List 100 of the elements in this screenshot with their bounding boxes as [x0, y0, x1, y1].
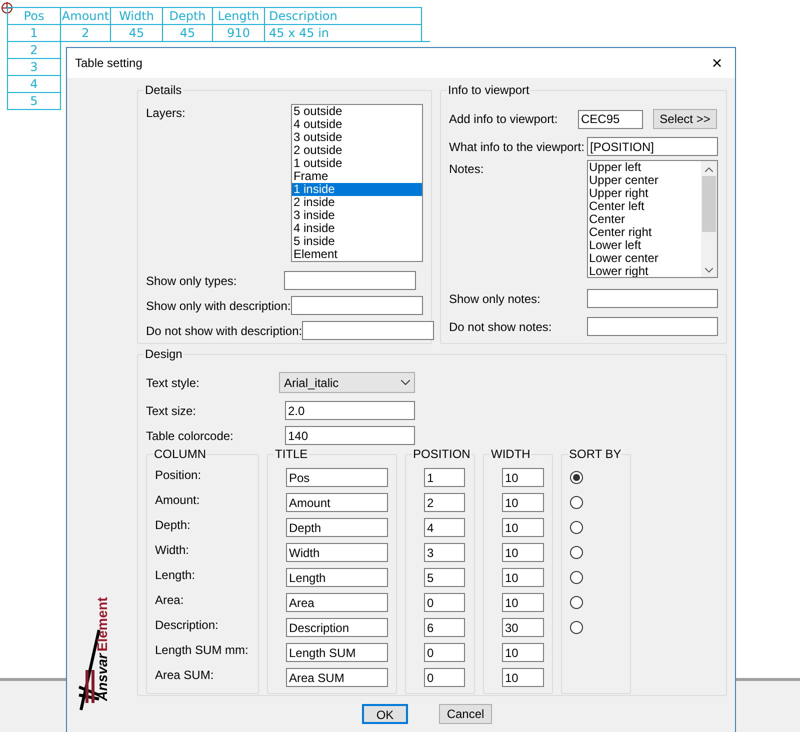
- list-item[interactable]: 4 outside: [292, 118, 422, 131]
- chevron-down-icon: [401, 380, 410, 385]
- input-field[interactable]: 3: [424, 543, 465, 562]
- radio-button[interactable]: [570, 596, 583, 609]
- input-field[interactable]: 2.0: [285, 401, 415, 420]
- field-label: Table colorcode:: [146, 428, 234, 444]
- radio-button[interactable]: [570, 471, 583, 484]
- list-item[interactable]: Lower left: [588, 239, 701, 252]
- input-field[interactable]: [290, 296, 423, 315]
- group-label: Info to viewport: [447, 83, 530, 97]
- list-item[interactable]: Upper center: [588, 174, 701, 187]
- field-label: Add info to viewport:: [449, 111, 559, 128]
- list-item[interactable]: Center: [588, 213, 701, 226]
- table-cell: 4: [7, 75, 61, 93]
- list-item[interactable]: 1 inside: [292, 183, 422, 196]
- input-field[interactable]: 10: [502, 493, 544, 512]
- radio-button[interactable]: [570, 496, 583, 509]
- input-field[interactable]: 10: [502, 568, 544, 587]
- dialog-button[interactable]: OK: [362, 704, 408, 724]
- input-field[interactable]: [587, 289, 718, 308]
- input-field[interactable]: 10: [502, 468, 544, 487]
- input-field[interactable]: 10: [502, 543, 544, 562]
- input-field[interactable]: Pos: [286, 468, 388, 487]
- radio-button[interactable]: [570, 546, 583, 559]
- field-label: Text size:: [146, 402, 198, 420]
- list-item[interactable]: 2 outside: [292, 144, 422, 157]
- input-field[interactable]: [587, 317, 718, 336]
- list-item[interactable]: Element: [292, 248, 422, 261]
- dialog-button[interactable]: Cancel: [439, 704, 492, 724]
- scrollbar[interactable]: [701, 161, 717, 277]
- input-field[interactable]: Description: [286, 618, 388, 637]
- field-label: Position:: [155, 466, 202, 484]
- input-field[interactable]: 10: [502, 518, 544, 537]
- scroll-down-icon[interactable]: [705, 268, 713, 273]
- input-field[interactable]: Area: [286, 593, 388, 612]
- input-field[interactable]: Area SUM: [286, 668, 388, 687]
- input-field[interactable]: 6: [424, 618, 465, 637]
- scroll-up-icon[interactable]: [705, 167, 713, 172]
- table-header: Pos: [7, 7, 61, 25]
- input-field[interactable]: 0: [424, 593, 465, 612]
- text-style-dropdown[interactable]: Arial_italic: [279, 372, 415, 393]
- field-label: Length:: [155, 566, 196, 584]
- scroll-thumb[interactable]: [702, 176, 716, 232]
- radio-button[interactable]: [570, 521, 583, 534]
- list-item[interactable]: 2 inside: [292, 196, 422, 209]
- field-label: Do not show notes:: [449, 318, 553, 336]
- input-field[interactable]: 1: [424, 468, 465, 487]
- list-item[interactable]: 4 inside: [292, 222, 422, 235]
- input-field[interactable]: 0: [424, 643, 465, 662]
- input-field[interactable]: Depth: [286, 518, 388, 537]
- select-button[interactable]: Select >>: [653, 109, 717, 129]
- table-cell: 2: [7, 41, 61, 59]
- table-cell: 5: [7, 92, 61, 110]
- input-field[interactable]: CEC95: [578, 110, 643, 128]
- list-item[interactable]: Upper left: [588, 161, 701, 174]
- group-label: WIDTH: [490, 447, 532, 461]
- table-header: Length: [212, 7, 265, 25]
- group-label: Design: [144, 347, 184, 361]
- field-label: Notes:: [449, 161, 485, 178]
- input-field[interactable]: 10: [502, 593, 544, 612]
- list-item[interactable]: 3 outside: [292, 131, 422, 144]
- list-item[interactable]: Frame: [292, 170, 422, 183]
- input-field[interactable]: Length: [286, 568, 388, 587]
- input-field[interactable]: 4: [424, 518, 465, 537]
- input-field[interactable]: Width: [286, 543, 388, 562]
- field-label: Depth:: [155, 516, 190, 534]
- list-item[interactable]: 3 inside: [292, 209, 422, 222]
- input-field[interactable]: Length SUM: [286, 643, 388, 662]
- list-item[interactable]: Center left: [588, 200, 701, 213]
- field-label: Text style:: [146, 374, 200, 392]
- input-field[interactable]: Amount: [286, 493, 388, 512]
- list-item[interactable]: 1 outside: [292, 157, 422, 170]
- list-item[interactable]: Lower center: [588, 252, 701, 265]
- field-label: Area:: [155, 592, 184, 608]
- input-field[interactable]: 2: [424, 493, 465, 512]
- field-label: Show only notes:: [449, 290, 542, 308]
- input-field[interactable]: 10: [502, 643, 544, 662]
- field-label: Length SUM mm:: [155, 642, 248, 658]
- input-field[interactable]: 5: [424, 568, 465, 587]
- list-item[interactable]: 5 inside: [292, 235, 422, 248]
- input-field[interactable]: 30: [502, 618, 544, 637]
- radio-button[interactable]: [570, 621, 583, 634]
- table-header: Depth: [162, 7, 213, 25]
- input-field[interactable]: [POSITION]: [587, 137, 718, 156]
- input-field[interactable]: [302, 321, 434, 340]
- close-button[interactable]: ×: [707, 54, 727, 72]
- input-field[interactable]: 140: [285, 426, 415, 445]
- list-item[interactable]: 5 outside: [292, 105, 422, 118]
- logo-text: Ansvar: [94, 654, 110, 701]
- field-label: Amount:: [155, 492, 200, 508]
- list-item[interactable]: Upper right: [588, 187, 701, 200]
- field-label: Layers:: [146, 105, 186, 122]
- radio-button[interactable]: [570, 571, 583, 584]
- field-label: Width:: [155, 542, 190, 558]
- field-label: Show only types:: [146, 272, 237, 290]
- list-item[interactable]: Center right: [588, 226, 701, 239]
- input-field[interactable]: 0: [424, 668, 465, 687]
- input-field[interactable]: 10: [502, 668, 544, 687]
- input-field[interactable]: [284, 271, 416, 290]
- field-label: Do not show with description:: [146, 322, 302, 340]
